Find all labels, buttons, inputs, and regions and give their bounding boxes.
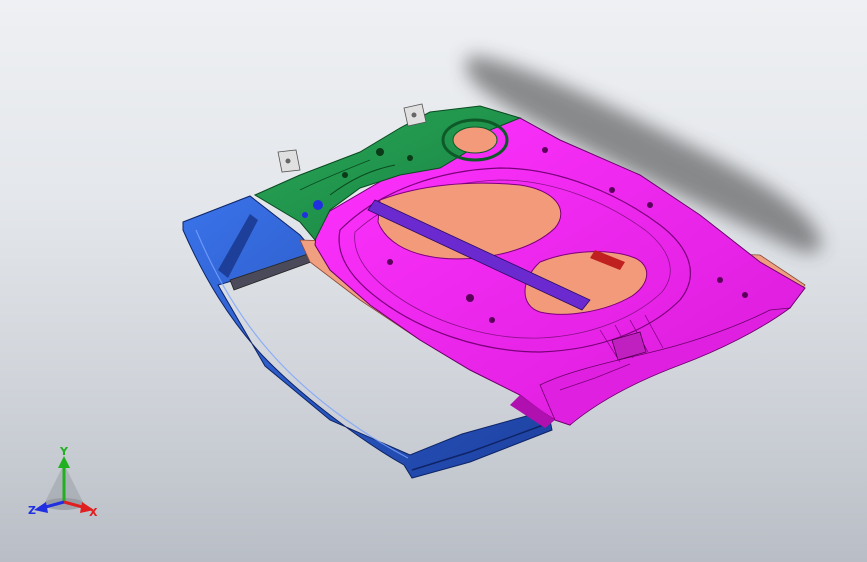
triad-y-label: Y (59, 446, 69, 458)
hinge-bracket-left[interactable] (277, 149, 301, 173)
triad-z-label: Z (28, 504, 36, 517)
hinge-bracket-right[interactable] (403, 103, 427, 127)
triad-x-label: X (89, 506, 98, 519)
graphics-viewport[interactable] (0, 0, 867, 562)
reference-triad: Y X Z (28, 446, 98, 519)
